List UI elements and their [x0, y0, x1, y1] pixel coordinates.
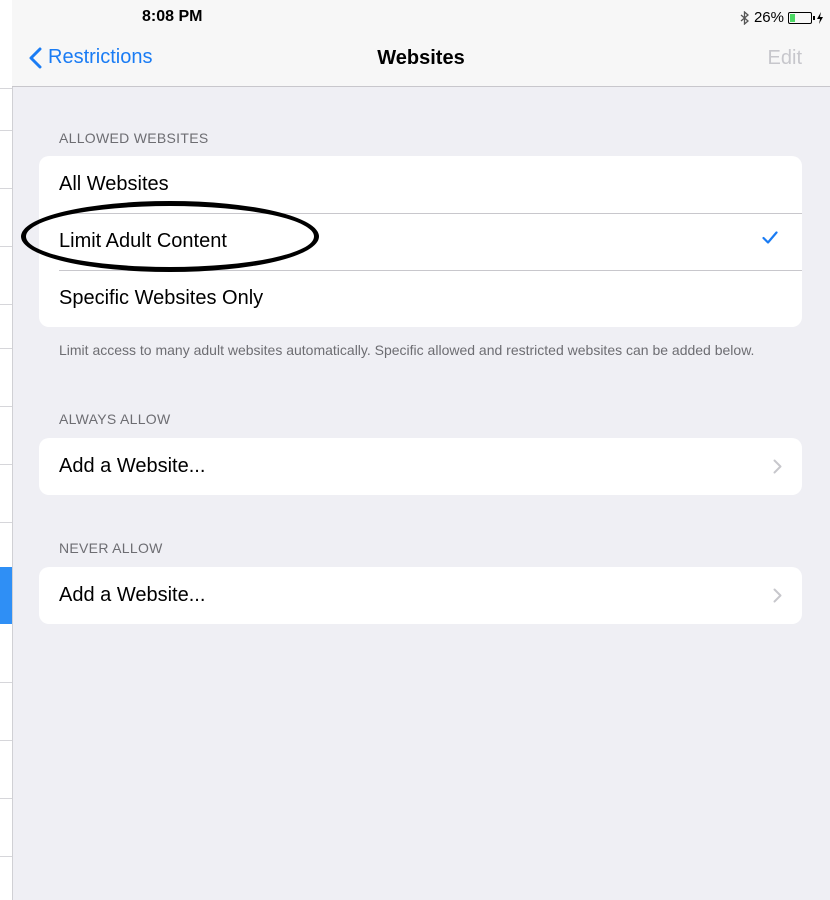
always-allow-add-website[interactable]: Add a Website...: [39, 438, 802, 495]
divider: [0, 246, 12, 247]
page-title: Websites: [377, 47, 465, 69]
never-allow-group: Add a Website...: [39, 567, 802, 624]
option-label: Specific Websites Only: [59, 287, 264, 309]
never-allow-header: NEVER ALLOW: [59, 540, 163, 556]
divider: [0, 522, 12, 523]
checkmark-icon: [762, 231, 778, 244]
divider: [0, 740, 12, 741]
never-allow-add-website[interactable]: Add a Website...: [39, 567, 802, 624]
allowed-websites-header: ALLOWED WEBSITES: [59, 130, 209, 146]
bolt-icon: [817, 11, 823, 24]
divider: [0, 682, 12, 683]
divider: [0, 348, 12, 349]
option-label: All Websites: [59, 173, 169, 195]
divider: [0, 856, 12, 857]
navigation-bar: Restrictions Websites Edit: [12, 34, 830, 87]
edit-button: Edit: [767, 47, 802, 69]
annotation-circle: [21, 201, 319, 272]
allowed-websites-footer: Limit access to many adult websites auto…: [59, 342, 755, 358]
divider: [0, 88, 12, 89]
battery-icon: [788, 11, 815, 24]
chevron-right-icon: [773, 459, 782, 474]
always-allow-group: Add a Website...: [39, 438, 802, 495]
divider: [0, 406, 12, 407]
battery-percent: 26%: [753, 9, 784, 26]
status-time: 8:08 PM: [142, 8, 203, 25]
battery-level: [790, 13, 795, 22]
always-allow-header: ALWAYS ALLOW: [59, 411, 171, 427]
divider: [0, 304, 12, 305]
status-indicators: 26%: [740, 9, 824, 26]
divider: [0, 188, 12, 189]
divider: [0, 130, 12, 131]
bluetooth-icon: [740, 10, 749, 25]
divider: [0, 798, 12, 799]
selected-master-row[interactable]: [0, 567, 12, 624]
add-website-label: Add a Website...: [59, 584, 206, 606]
chevron-right-icon: [773, 588, 782, 603]
option-specific-websites-only[interactable]: Specific Websites Only: [39, 270, 802, 327]
add-website-label: Add a Website...: [59, 455, 206, 477]
status-bar: 8:08 PM 26%: [12, 0, 830, 34]
divider: [0, 464, 12, 465]
split-view-master-strip: [0, 0, 13, 900]
